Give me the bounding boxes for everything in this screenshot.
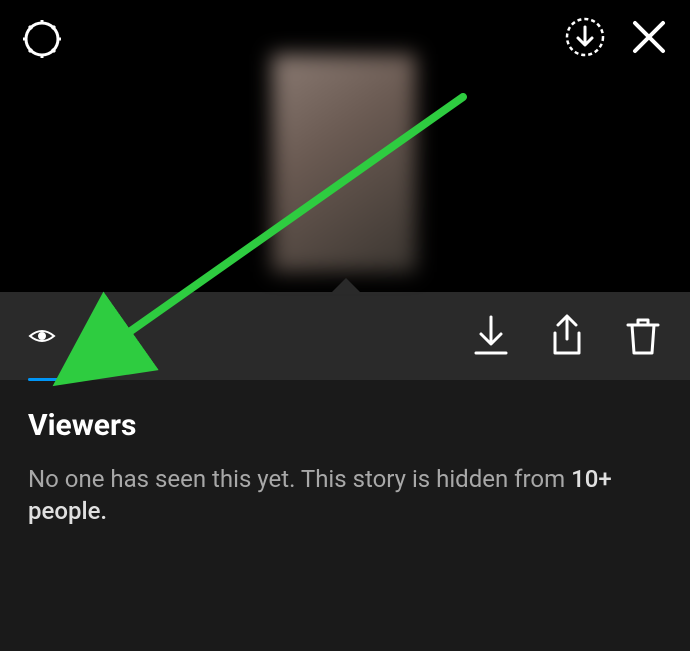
viewers-panel: Viewers No one has seen this yet. This s… (0, 380, 690, 556)
close-button[interactable] (631, 19, 667, 55)
share-button[interactable] (548, 313, 586, 359)
viewers-message-text: No one has seen this yet. This story is … (28, 465, 571, 493)
tab-indicator (28, 378, 60, 381)
action-buttons-group (472, 313, 662, 359)
settings-button[interactable] (22, 19, 62, 59)
share-icon (548, 313, 586, 359)
settings-icon (22, 19, 62, 59)
download-circle-icon (564, 16, 606, 58)
delete-button[interactable] (624, 313, 662, 359)
viewers-title: Viewers (28, 408, 662, 443)
eye-icon (28, 322, 56, 350)
story-thumbnail[interactable] (272, 54, 416, 272)
download-button[interactable] (472, 313, 510, 359)
story-preview-area (0, 0, 690, 292)
thumbnail-pointer (330, 278, 362, 294)
story-action-bar (0, 292, 690, 380)
trash-icon (624, 313, 662, 359)
viewers-button[interactable] (28, 322, 56, 350)
download-icon (472, 313, 510, 359)
save-story-button[interactable] (564, 16, 606, 58)
viewers-empty-message: No one has seen this yet. This story is … (28, 463, 662, 528)
close-icon (631, 19, 667, 55)
